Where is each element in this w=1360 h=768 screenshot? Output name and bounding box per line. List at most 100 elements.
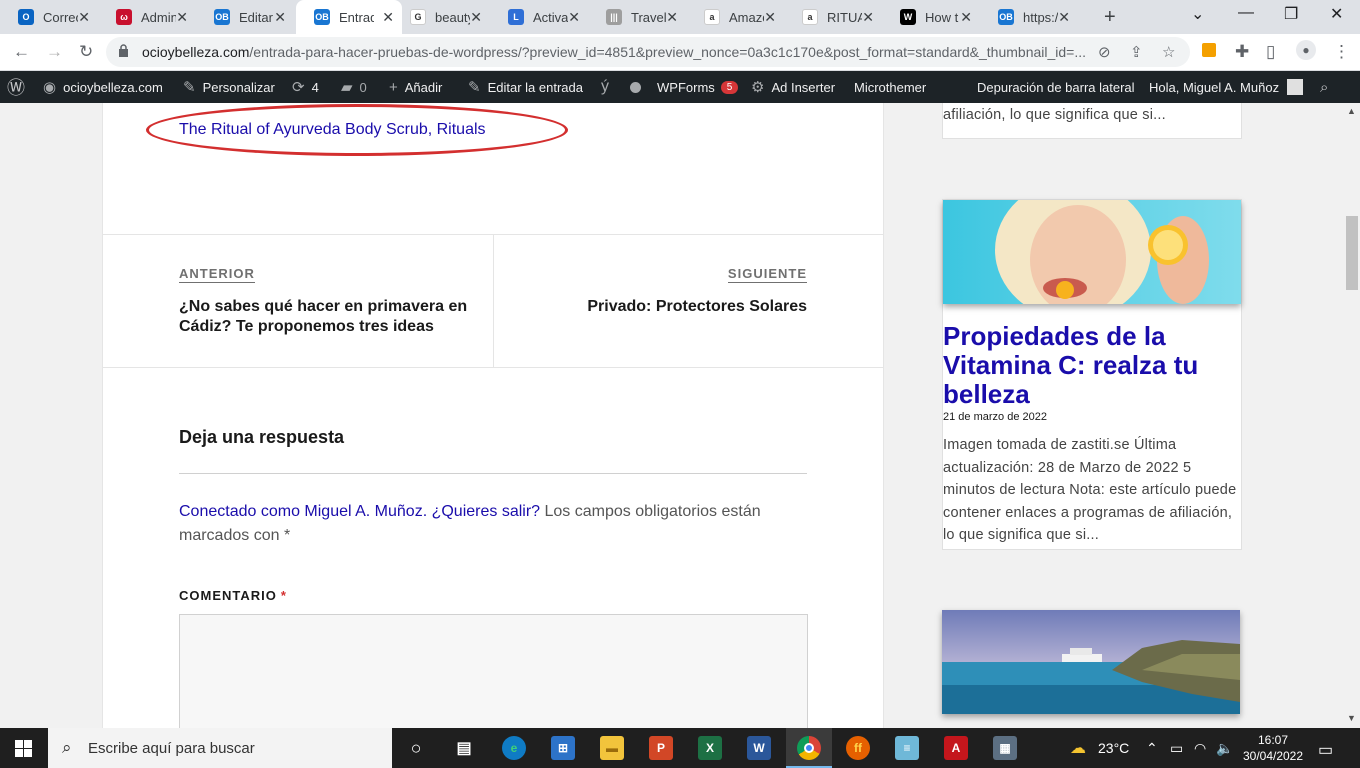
tab-favicon-icon: G	[410, 9, 426, 25]
vitamin-c-image[interactable]	[943, 200, 1241, 304]
battery-icon[interactable]: ▭	[1170, 740, 1183, 757]
tab-close-icon[interactable]: ✕	[862, 9, 874, 26]
forward-icon[interactable]: →	[46, 42, 63, 62]
tab-close-icon[interactable]: ✕	[470, 9, 482, 26]
store-icon[interactable]: ⊞	[551, 736, 575, 760]
card-excerpt: Imagen tomada de zastiti.se Última actua…	[943, 437, 1237, 543]
browser-tab[interactable]: a Amazo✕	[686, 0, 784, 34]
updates-icon: ⟳	[292, 79, 305, 96]
scroll-up-icon[interactable]: ▲	[1347, 106, 1356, 116]
tab-close-icon[interactable]: ✕	[764, 9, 776, 26]
admin-search-icon[interactable]: ⌕	[1320, 71, 1335, 103]
weather-icon[interactable]: ☁	[1070, 738, 1086, 758]
profile-link[interactable]: Miguel A. Muñoz	[304, 503, 422, 520]
tab-title: Correo	[43, 9, 78, 25]
tab-close-icon[interactable]: ✕	[666, 9, 678, 26]
reload-icon[interactable]: ↻	[79, 42, 93, 62]
share-icon[interactable]: ⇪	[1130, 43, 1143, 61]
temperature-text[interactable]: 23°C	[1098, 740, 1129, 756]
back-icon[interactable]: ←	[13, 42, 30, 62]
admin-new-link[interactable]: + Añadir	[389, 71, 442, 103]
card-title-link[interactable]: Propiedades de la Vitamina C: realza tu …	[943, 304, 1241, 409]
comment-textarea[interactable]	[179, 614, 808, 728]
logout-link[interactable]: ¿Quieres salir?	[432, 503, 540, 520]
tracking-blocked-icon[interactable]: ⊘	[1098, 43, 1111, 61]
menu-kebab-icon[interactable]: ⋮	[1333, 42, 1350, 62]
profile-icon[interactable]: ●	[1296, 40, 1316, 60]
word-icon[interactable]: W	[747, 736, 771, 760]
prev-post-title[interactable]: ¿No sabes qué hacer en primavera en Cádi…	[179, 297, 479, 337]
admin-wpforms-link[interactable]: WPForms 5	[657, 71, 739, 103]
powerpoint-icon[interactable]: P	[649, 736, 673, 760]
yoast-icon[interactable]: ý	[601, 71, 616, 103]
admin-comments-link[interactable]: ▰ 0	[341, 71, 367, 103]
page-scrollbar[interactable]: ▲ ▼	[1344, 103, 1360, 728]
tab-close-icon[interactable]: ✕	[78, 9, 90, 26]
bookmark-star-icon[interactable]: ☆	[1162, 43, 1175, 61]
excel-icon[interactable]: X	[698, 736, 722, 760]
tab-close-icon[interactable]: ✕	[274, 9, 286, 26]
scroll-thumb[interactable]	[1346, 216, 1358, 290]
volume-icon[interactable]: 🔈	[1216, 740, 1233, 757]
browser-tab[interactable]: ω Admin ✕	[98, 0, 196, 34]
admin-ad-inserter-link[interactable]: ⚙ Ad Inserter	[751, 71, 835, 103]
taskbar-clock[interactable]: 16:07 30/04/2022	[1240, 732, 1306, 764]
wordpress-logo-icon[interactable]: Ⓦ	[7, 71, 32, 103]
cortana-icon[interactable]: ○	[404, 736, 428, 760]
browser-tab[interactable]: W How t ✕	[882, 0, 980, 34]
side-panel-icon[interactable]: ▯	[1266, 42, 1275, 62]
chrome-icon[interactable]	[797, 736, 821, 760]
browser-tab[interactable]: Gbeauty✕	[392, 0, 490, 34]
tab-search-icon[interactable]: ⌄	[1191, 4, 1204, 24]
browser-tab[interactable]: a RITUA ✕	[784, 0, 882, 34]
card-excerpt: puede contener enlaces a programas de af…	[943, 106, 1166, 123]
edge-icon[interactable]: e	[502, 736, 526, 760]
admin-edit-post-link[interactable]: ✎ Editar la entrada	[468, 71, 583, 103]
tab-close-icon[interactable]: ✕	[1058, 9, 1070, 26]
logged-in-prefix[interactable]: Conectado como	[179, 503, 304, 520]
next-post-label[interactable]: SIGUIENTE	[727, 266, 807, 283]
browser-tab[interactable]: L Activa ✕	[490, 0, 588, 34]
prev-post-label[interactable]: ANTERIOR	[179, 266, 255, 283]
tab-close-icon[interactable]: ✕	[960, 9, 972, 26]
browser-tab[interactable]: OBEntrada✕	[296, 0, 402, 34]
puzzle-extensions-icon[interactable]: ✚	[1235, 42, 1249, 62]
browser-tab[interactable]: ||| Travel ✕	[588, 0, 686, 34]
coast-image[interactable]	[942, 610, 1240, 714]
notifications-icon[interactable]: ▭	[1318, 740, 1333, 760]
extension-icon[interactable]	[1202, 43, 1216, 57]
acrobat-icon[interactable]: A	[944, 736, 968, 760]
wifi-icon[interactable]: ◠	[1194, 740, 1206, 757]
browser-tab[interactable]: OB https:/✕	[980, 0, 1078, 34]
admin-debug-sidebar-link[interactable]: Depuración de barra lateral	[977, 71, 1135, 103]
restore-icon[interactable]: ❐	[1284, 4, 1298, 24]
admin-customize-link[interactable]: ✎ Personalizar	[183, 71, 275, 103]
minimize-icon[interactable]: —	[1238, 4, 1254, 22]
windows-start-icon[interactable]	[15, 740, 32, 757]
close-window-icon[interactable]: ✕	[1330, 4, 1343, 24]
address-bar[interactable]: ocioybelleza.com/entrada-para-hacer-prue…	[106, 37, 1190, 67]
dashboard-icon: ◉	[43, 79, 57, 96]
admin-account-link[interactable]: Hola, Miguel A. Muñoz	[1149, 71, 1304, 103]
calculator-icon[interactable]: ▦	[993, 736, 1017, 760]
browser-tab[interactable]: OB Editar ✕	[196, 0, 294, 34]
tray-chevron-icon[interactable]: ⌃	[1146, 740, 1158, 757]
logged-in-dot[interactable]: .	[423, 503, 432, 520]
tab-close-icon[interactable]: ✕	[176, 9, 188, 26]
task-view-icon[interactable]: ▤	[452, 736, 476, 760]
browser-tab[interactable]: O Correo✕	[0, 0, 98, 34]
new-tab-button[interactable]: +	[1104, 6, 1116, 29]
taskbar-search-box[interactable]: ⌕ Escribe aquí para buscar	[48, 728, 392, 768]
firefox-icon[interactable]: ff	[846, 736, 870, 760]
tab-close-icon[interactable]: ✕	[568, 9, 580, 26]
admin-microthemer-link[interactable]: Microthemer	[854, 71, 926, 103]
notepad-icon[interactable]: ≡	[895, 736, 919, 760]
next-post-title[interactable]: Privado: Protectores Solares	[587, 297, 807, 317]
admin-site-link[interactable]: ◉ ocioybelleza.com	[43, 71, 163, 103]
scroll-down-icon[interactable]: ▼	[1347, 713, 1356, 723]
tab-favicon-icon: OB	[998, 9, 1014, 25]
file-explorer-icon[interactable]: ▬	[600, 736, 624, 760]
admin-updates-link[interactable]: ⟳ 4	[292, 71, 319, 103]
reply-heading: Deja una respuesta	[179, 427, 345, 447]
avatar	[1287, 79, 1304, 95]
